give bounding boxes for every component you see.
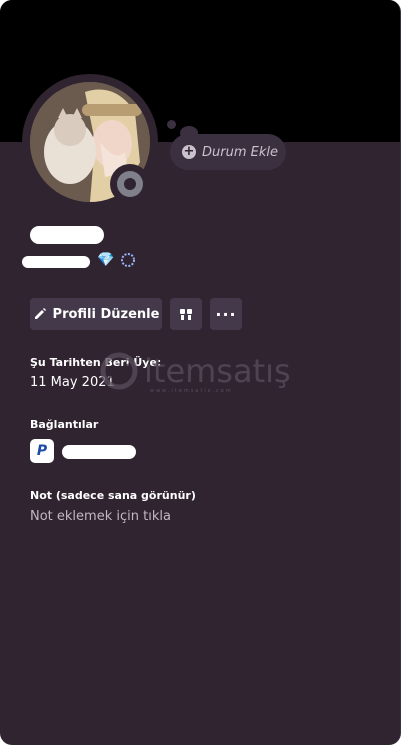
- note-input[interactable]: Not eklemek için tıkla: [30, 509, 171, 524]
- edit-profile-label: Profili Düzenle: [52, 306, 160, 322]
- connections-title: Bağlantılar: [30, 418, 99, 431]
- more-options-button[interactable]: ···: [210, 298, 242, 330]
- nitro-icon-button[interactable]: [170, 298, 202, 330]
- display-name-redacted: [30, 226, 104, 244]
- boost-badge-icon[interactable]: [120, 252, 136, 272]
- profile-card: + Durum Ekle 💎 Profili Düzenle ··· Şu Ta…: [0, 0, 401, 745]
- itemsatis-logo-icon: [100, 352, 138, 390]
- more-icon: ···: [215, 304, 237, 324]
- connection-name-redacted[interactable]: [62, 445, 136, 459]
- nitro-gem-badge-icon[interactable]: 💎: [97, 252, 114, 268]
- offline-status-icon: [117, 171, 143, 197]
- thought-bubble-dot: [167, 120, 176, 129]
- watermark-subtitle: www.itemsatis.com: [150, 388, 233, 394]
- gift-icon: [180, 309, 192, 320]
- plus-circle-icon: +: [182, 144, 196, 159]
- username-redacted: [22, 256, 90, 268]
- add-status-button[interactable]: + Durum Ekle: [170, 134, 286, 170]
- watermark: itemsatış: [100, 352, 291, 390]
- note-title: Not (sadece sana görünür): [30, 489, 196, 502]
- edit-profile-button[interactable]: Profili Düzenle: [30, 298, 162, 330]
- watermark-brand: itemsatış: [144, 352, 291, 390]
- add-status-label: Durum Ekle: [202, 144, 278, 160]
- pencil-icon: [34, 308, 46, 319]
- paypal-icon[interactable]: P: [30, 439, 54, 463]
